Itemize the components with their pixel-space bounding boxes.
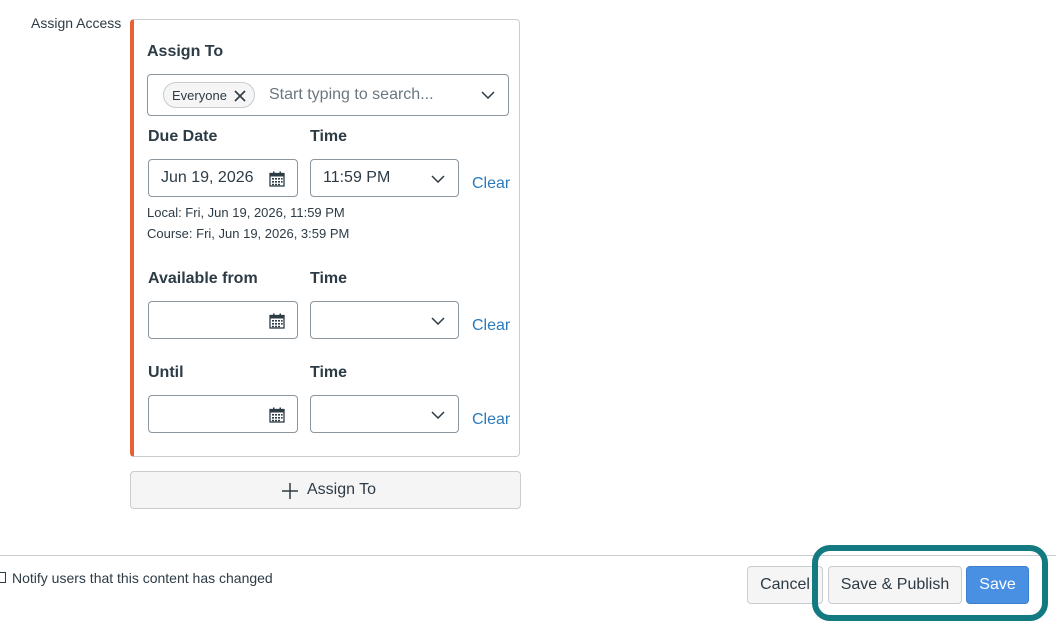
available-from-time-select[interactable] [310, 301, 459, 339]
due-date-label: Due Date [148, 128, 218, 145]
close-icon[interactable] [234, 90, 246, 102]
due-date-input[interactable]: Jun 19, 2026 [148, 159, 298, 197]
available-from-date-input[interactable] [148, 301, 298, 339]
chevron-down-icon[interactable] [481, 91, 495, 99]
chevron-down-icon [431, 317, 445, 325]
available-from-label: Available from [148, 270, 258, 287]
search-placeholder: Start typing to search... [269, 86, 434, 103]
due-course-note: Course: Fri, Jun 19, 2026, 3:59 PM [147, 226, 350, 241]
due-date-value: Jun 19, 2026 [161, 169, 254, 186]
chevron-down-icon [431, 411, 445, 419]
save-and-publish-button[interactable]: Save & Publish [828, 566, 962, 604]
available-from-clear-link[interactable]: Clear [472, 317, 510, 335]
due-clear-link[interactable]: Clear [472, 175, 510, 193]
due-local-note: Local: Fri, Jun 19, 2026, 11:59 PM [147, 205, 345, 220]
notify-label: Notify users that this content has chang… [12, 570, 273, 586]
available-time-label: Time [310, 270, 348, 287]
due-time-label: Time [310, 128, 348, 145]
add-assign-to-button[interactable]: Assign To [130, 471, 521, 509]
assignee-chip[interactable]: Everyone [163, 82, 255, 108]
due-time-select[interactable]: 11:59 PM [310, 159, 459, 197]
until-clear-link[interactable]: Clear [472, 411, 510, 429]
calendar-icon[interactable] [269, 171, 285, 187]
until-date-input[interactable] [148, 395, 298, 433]
assignee-combobox[interactable]: Everyone Start typing to search... [147, 74, 509, 116]
chevron-down-icon [431, 175, 445, 183]
footer-divider [0, 555, 1056, 556]
due-time-value: 11:59 PM [323, 169, 391, 186]
plus-icon [282, 483, 298, 499]
notify-checkbox[interactable] [0, 572, 6, 583]
assignee-chip-label: Everyone [172, 88, 227, 103]
until-time-label: Time [310, 364, 348, 381]
calendar-icon[interactable] [269, 313, 285, 329]
save-button[interactable]: Save [966, 566, 1029, 604]
until-time-select[interactable] [310, 395, 459, 433]
assign-access-label: Assign Access [31, 15, 122, 31]
calendar-icon[interactable] [269, 407, 285, 423]
assign-to-heading: Assign To [147, 43, 224, 60]
cancel-button[interactable]: Cancel [747, 566, 823, 604]
until-label: Until [148, 364, 184, 381]
add-assign-to-label: Assign To [307, 481, 377, 498]
